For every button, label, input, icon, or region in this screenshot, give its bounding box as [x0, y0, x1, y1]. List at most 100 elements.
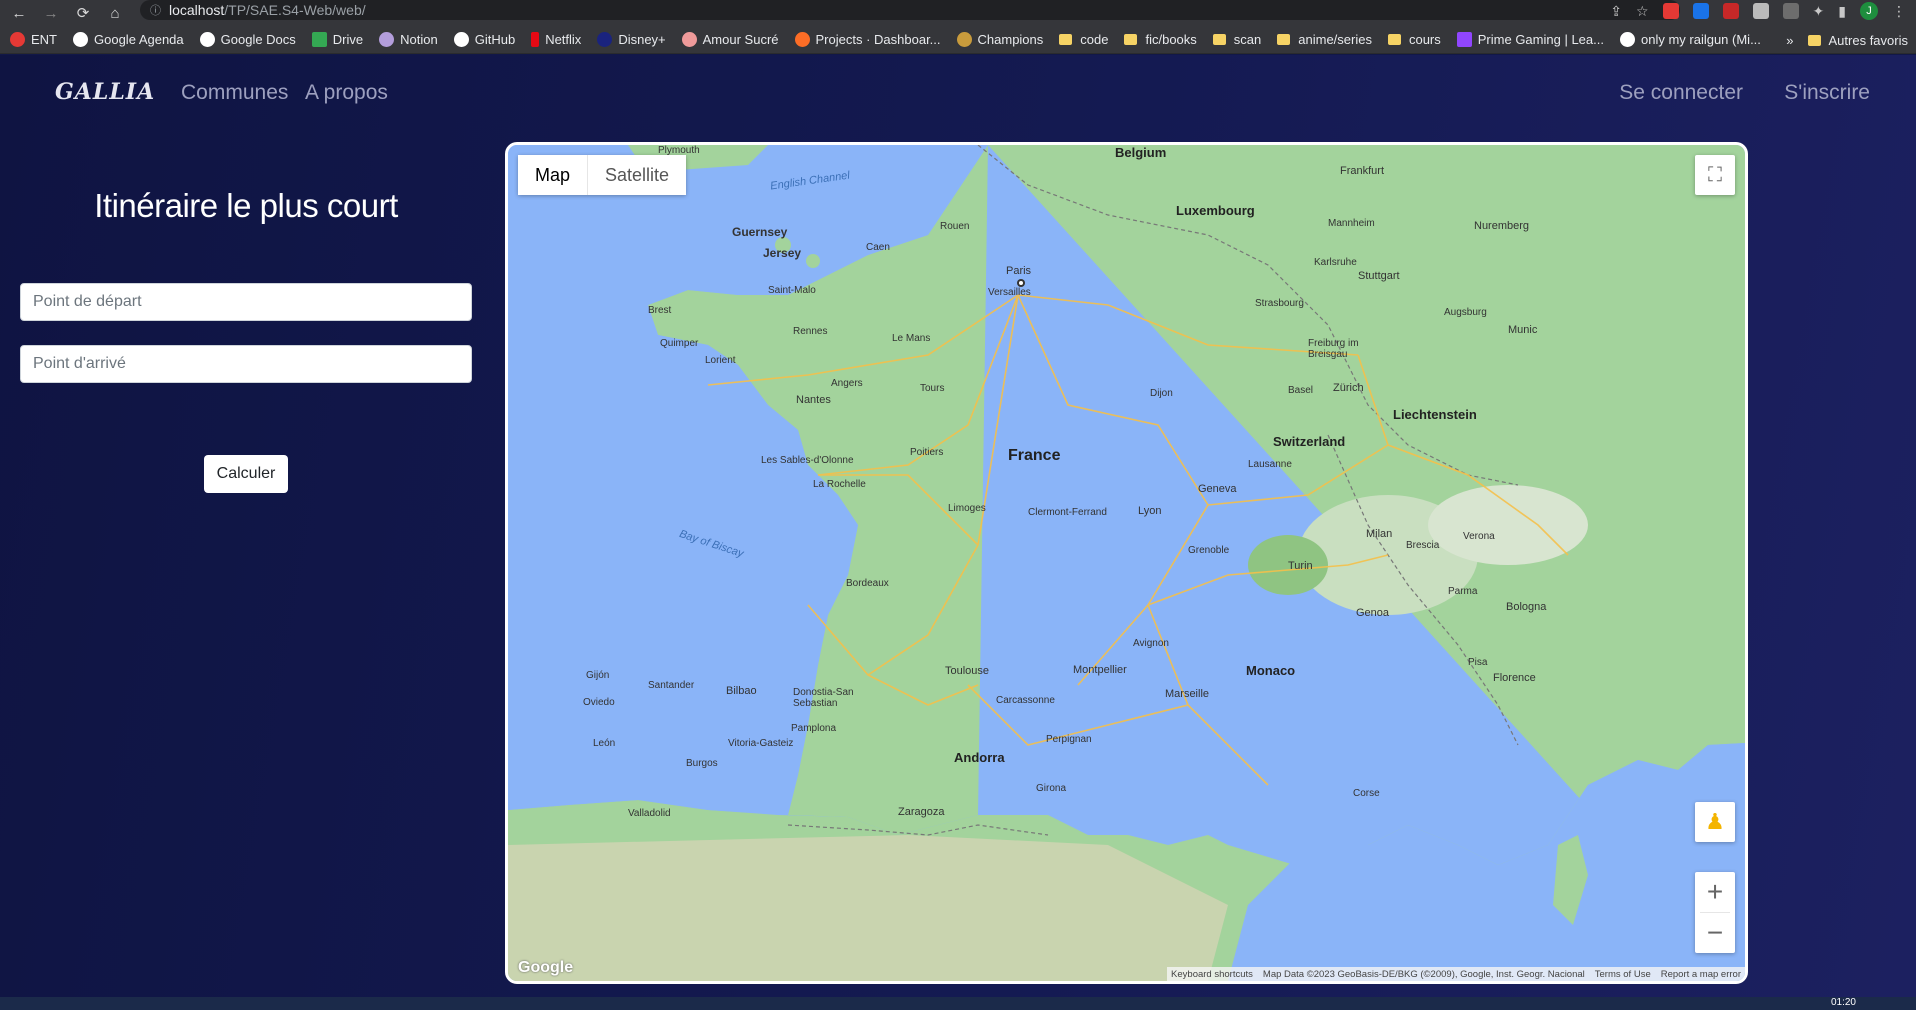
map-view[interactable]: Belgium Luxembourg Frankfurt Nuremberg M…	[505, 142, 1748, 984]
puzzle-icon[interactable]: ✦	[1813, 3, 1825, 20]
bookmark-item[interactable]: Prime Gaming | Lea...	[1456, 32, 1604, 47]
map-label: Vitoria-Gasteiz	[728, 738, 794, 749]
extension-icon[interactable]	[1722, 3, 1739, 19]
map-label: Freiburg im Breisgau	[1308, 338, 1359, 360]
bookmark-item[interactable]: Projects · Dashboar...	[794, 32, 941, 47]
back-icon[interactable]: ←	[6, 2, 32, 24]
more-bookmarks-icon[interactable]: »	[1786, 33, 1793, 48]
map-label: Zürich	[1333, 382, 1364, 394]
arrival-input[interactable]	[20, 345, 472, 383]
map-base-layer	[508, 145, 1745, 981]
map-label: Toulouse	[945, 665, 990, 677]
brand-logo[interactable]: GALLIA	[55, 79, 155, 105]
map-label: Dijon	[1150, 388, 1173, 399]
map-label: Bologna	[1506, 601, 1547, 613]
map-label: Augsburg	[1444, 307, 1487, 318]
signup-link[interactable]: S'inscrire	[1784, 81, 1870, 105]
profile-avatar[interactable]: J	[1860, 2, 1878, 20]
map-label: France	[1008, 447, 1061, 464]
map-label: Versailles	[988, 287, 1031, 298]
reload-icon[interactable]: ⟳	[70, 2, 96, 24]
bookmark-item[interactable]: Champions	[956, 32, 1043, 47]
map-label: Grenoble	[1188, 545, 1230, 556]
map-label: Avignon	[1133, 638, 1169, 649]
map-label: Luxembourg	[1176, 203, 1255, 218]
map-label: Belgium	[1115, 145, 1167, 160]
map-label: Guernsey	[732, 225, 788, 239]
bookmark-folder[interactable]: fic/books	[1124, 32, 1197, 47]
map-label: Burgos	[686, 758, 718, 769]
extension-icon[interactable]	[1782, 3, 1799, 19]
bookmark-item[interactable]: Google Docs	[199, 32, 296, 47]
fullscreen-icon[interactable]: ⛶	[1695, 155, 1735, 195]
pegman-icon[interactable]: ♟	[1695, 802, 1735, 842]
report-error-link[interactable]: Report a map error	[1661, 969, 1741, 980]
bookmark-item[interactable]: Drive	[311, 32, 363, 47]
map-type-map-button[interactable]: Map	[518, 155, 588, 195]
zoom-out-icon[interactable]: −	[1695, 913, 1735, 953]
bookmark-item[interactable]: ENT	[10, 32, 57, 47]
address-bar[interactable]: ⓘ localhost /TP/SAE.S4-Web/web/	[140, 0, 1680, 20]
bookmark-folder[interactable]: code	[1059, 32, 1108, 47]
site-info-icon[interactable]: ⓘ	[150, 2, 161, 18]
clock: 01:20	[1830, 997, 1856, 1008]
map-label: Turin	[1288, 560, 1313, 572]
map-label: Montpellier	[1073, 664, 1127, 676]
login-link[interactable]: Se connecter	[1619, 81, 1743, 105]
map-label: Brest	[648, 305, 672, 316]
bookmark-item[interactable]: Disney+	[597, 32, 666, 47]
map-label: Monaco	[1246, 663, 1296, 678]
forward-icon[interactable]: →	[38, 2, 64, 24]
map-label: León	[593, 738, 616, 749]
terms-link[interactable]: Terms of Use	[1595, 969, 1651, 980]
map-label: Lyon	[1138, 505, 1162, 517]
os-taskbar: 01:20	[0, 997, 1916, 1010]
map-label: Corse	[1353, 788, 1380, 799]
bookmark-star-icon[interactable]: ☆	[1636, 3, 1649, 20]
form-title: Itinéraire le plus court	[94, 187, 398, 224]
map-label: Les Sables-d'Olonne	[761, 455, 854, 466]
map-label: Paris	[1006, 265, 1032, 277]
share-icon[interactable]: ⇪	[1610, 3, 1622, 20]
side-panel-icon[interactable]: ▮	[1838, 3, 1846, 20]
menu-dots-icon[interactable]: ⋮	[1892, 3, 1906, 20]
calculate-button[interactable]: Calculer	[204, 455, 288, 493]
google-logo[interactable]: Google	[518, 959, 573, 977]
map-label: Oviedo	[583, 697, 615, 708]
bookmark-folder[interactable]: anime/series	[1277, 32, 1372, 47]
nav-apropos-link[interactable]: A propos	[305, 81, 388, 105]
map-label: Nuremberg	[1474, 220, 1530, 232]
map-label: Genoa	[1356, 607, 1390, 619]
keyboard-shortcuts-link[interactable]: Keyboard shortcuts	[1171, 969, 1253, 980]
map-label: Marseille	[1165, 688, 1210, 700]
map-label: Santander	[648, 680, 695, 691]
map-label: Verona	[1463, 531, 1495, 542]
map-label: Quimper	[660, 338, 699, 349]
bookmark-item[interactable]: Notion	[379, 32, 438, 47]
map-label: Brescia	[1406, 540, 1440, 551]
extension-icon[interactable]	[1752, 3, 1769, 19]
url-path: /TP/SAE.S4-Web/web/	[224, 2, 366, 18]
extension-icon[interactable]	[1692, 3, 1709, 19]
map-label: Poitiers	[910, 447, 944, 458]
bookmark-item[interactable]: Google Agenda	[73, 32, 184, 47]
map-type-satellite-button[interactable]: Satellite	[587, 155, 687, 195]
bookmark-item[interactable]: Amour Sucré	[681, 32, 779, 47]
other-bookmarks-folder[interactable]: Autres favoris	[1807, 33, 1908, 48]
adblock-extension-icon[interactable]	[1662, 3, 1679, 19]
bookmark-folder[interactable]: cours	[1387, 32, 1441, 47]
bookmark-item[interactable]: only my railgun (Mi...	[1619, 32, 1761, 47]
bookmark-item[interactable]: Netflix	[531, 32, 581, 47]
zoom-in-icon[interactable]: +	[1695, 872, 1735, 912]
bookmark-folder[interactable]: scan	[1212, 32, 1261, 47]
bookmark-item[interactable]: GitHub	[453, 32, 515, 47]
map-label: Girona	[1036, 783, 1067, 794]
map-label: Zaragoza	[898, 806, 945, 818]
nav-communes-link[interactable]: Communes	[181, 81, 288, 105]
map-label: Geneva	[1198, 483, 1237, 495]
departure-input[interactable]	[20, 283, 472, 321]
navbar: GALLIA Communes A propos Se connecter S'…	[0, 55, 1916, 125]
home-icon[interactable]: ⌂	[102, 2, 128, 24]
map-type-control: Map Satellite	[518, 155, 687, 195]
map-label: Munic	[1508, 324, 1538, 336]
